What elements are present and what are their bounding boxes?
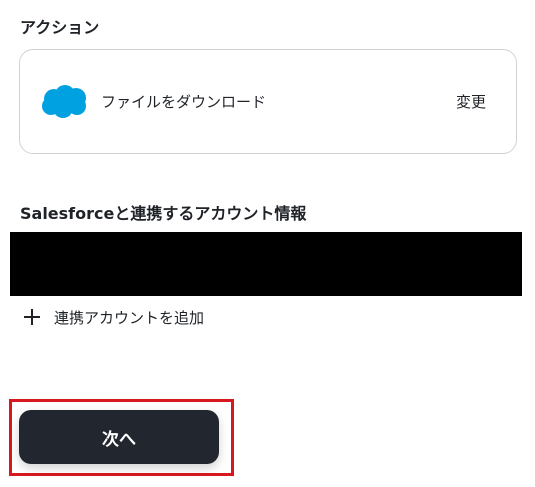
add-account-label: 連携アカウントを追加 — [54, 308, 205, 327]
add-account-button[interactable]: 連携アカウントを追加 — [22, 305, 204, 329]
change-action-link[interactable]: 変更 — [456, 91, 486, 112]
salesforce-cloud-icon — [42, 85, 86, 118]
redacted-account-info — [10, 232, 522, 296]
action-section-label: アクション — [20, 18, 100, 37]
action-card[interactable]: ファイルをダウンロード 変更 — [19, 49, 517, 154]
plus-icon — [22, 307, 42, 327]
account-section-label: Salesforceと連携するアカウント情報 — [20, 204, 307, 223]
action-name: ファイルをダウンロード — [101, 93, 267, 111]
next-button[interactable]: 次へ — [19, 410, 219, 464]
